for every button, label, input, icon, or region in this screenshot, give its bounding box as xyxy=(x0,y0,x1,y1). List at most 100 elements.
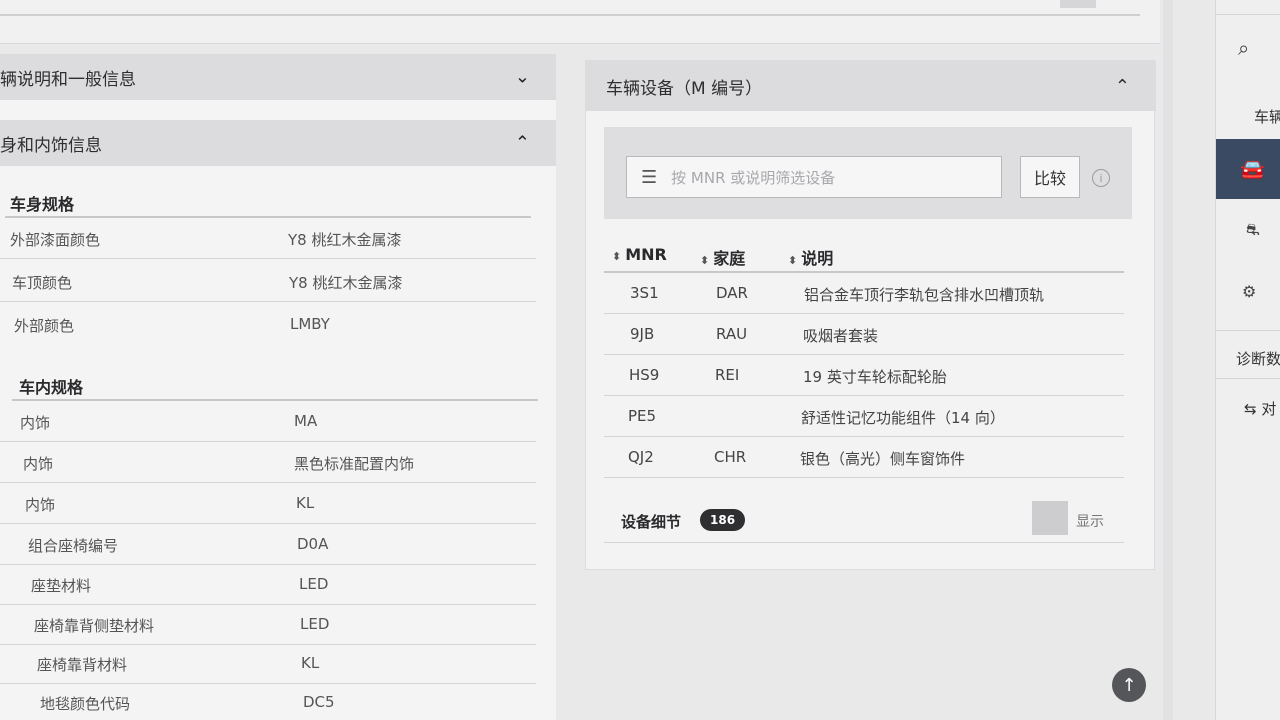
equipment-count-badge: 186 xyxy=(700,509,746,531)
cell-family: REI xyxy=(715,366,740,384)
row-key: 座椅靠背侧垫材料 xyxy=(34,617,155,635)
row-value: MA xyxy=(294,412,318,430)
cell-mnr: 9JB xyxy=(630,325,655,343)
sort-icon: ⬍ xyxy=(612,250,622,263)
accordion-body-interior-title: 身和内饰信息 xyxy=(0,135,102,156)
sidebar-item-car-active[interactable]: 🚘 xyxy=(1216,139,1280,199)
sidebar-divider xyxy=(1216,378,1280,379)
row-key: 座椅靠背材料 xyxy=(37,656,128,674)
column-header-family[interactable]: ⬍ 家庭 xyxy=(700,245,745,269)
show-toggle[interactable] xyxy=(1032,501,1068,535)
row-key: 外部漆面颜色 xyxy=(10,231,101,249)
interior-spec-title: 车内规格 xyxy=(19,378,84,397)
row-key: 内饰 xyxy=(23,455,54,473)
cell-family: RAU xyxy=(716,325,748,343)
cell-description: 银色（高光）侧车窗饰件 xyxy=(800,450,966,468)
row-value: Y8 桃红木金属漆 xyxy=(289,274,403,292)
interior-row: 组合座椅编号 D0A xyxy=(0,524,536,565)
info-icon[interactable]: i xyxy=(1092,169,1110,187)
top-divider xyxy=(0,14,1140,16)
scrollbar[interactable] xyxy=(1163,0,1173,720)
arrow-up-icon: ↑ xyxy=(1121,674,1137,696)
row-key: 组合座椅编号 xyxy=(28,537,119,555)
accordion-vehicle-equipment[interactable]: 车辆设备（M 编号） ⌃ xyxy=(586,61,1156,111)
wifi-car-icon[interactable]: ⛐ xyxy=(1246,220,1280,241)
accordion-vehicle-description-title: 辆说明和一般信息 xyxy=(0,69,136,90)
chevron-up-icon[interactable]: ⌃ xyxy=(1115,76,1130,97)
cell-mnr: HS9 xyxy=(629,366,660,384)
equipment-detail-row: 设备细节 186 显示 xyxy=(604,497,1124,543)
accordion-vehicle-description[interactable]: 辆说明和一般信息 ⌄ xyxy=(0,54,556,100)
table-row[interactable]: QJ2 CHR 银色（高光）侧车窗饰件 xyxy=(604,437,1124,478)
compare-button[interactable]: 比较 xyxy=(1020,156,1080,198)
sidebar-item-diagnostics[interactable]: 诊断数 xyxy=(1236,348,1280,369)
show-toggle-label: 显示 xyxy=(1076,514,1104,530)
equipment-filter-input[interactable]: ☰ 按 MNR 或说明筛选设备 xyxy=(626,156,1002,198)
column-header-label: MNR xyxy=(625,245,667,264)
filter-area: ☰ 按 MNR 或说明筛选设备 比较 i xyxy=(604,127,1132,219)
service-car-icon[interactable]: ⚙ xyxy=(1242,282,1280,301)
row-key: 内饰 xyxy=(20,414,51,432)
panel-title: 车辆设备（M 编号） xyxy=(606,79,763,99)
table-row[interactable]: 3S1 DAR 铝合金车顶行李轨包含排水凹槽顶轨 xyxy=(604,273,1124,314)
row-value: KL xyxy=(296,494,315,512)
table-row[interactable]: PE5 舒适性记忆功能组件（14 向） xyxy=(604,396,1124,437)
sidebar-divider xyxy=(1216,330,1280,331)
interior-row: 内饰 黑色标准配置内饰 xyxy=(0,442,536,483)
row-value: LED xyxy=(300,615,330,633)
search-icon[interactable]: ⌕ xyxy=(1238,36,1280,60)
cell-mnr: PE5 xyxy=(628,407,657,425)
swap-arrows-icon: ⇆ xyxy=(1244,400,1257,418)
column-header-mnr[interactable]: ⬍ MNR xyxy=(612,245,667,264)
row-key: 内饰 xyxy=(25,496,56,514)
equipment-detail-label: 设备细节 xyxy=(621,513,682,531)
row-value: KL xyxy=(301,654,320,672)
sort-icon: ⬍ xyxy=(700,254,710,267)
cell-description: 19 英寸车轮标配轮胎 xyxy=(803,368,947,386)
accordion-body-interior[interactable]: 身和内饰信息 ⌃ xyxy=(0,120,556,166)
body-row: 外部颜色 LMBY xyxy=(0,304,536,345)
row-value: LED xyxy=(299,575,329,593)
column-header-description[interactable]: ⬍ 说明 xyxy=(788,245,833,269)
row-value: D0A xyxy=(297,535,329,553)
interior-row: 座椅靠背材料 KL xyxy=(0,643,536,684)
cell-family: CHR xyxy=(714,448,747,466)
table-row[interactable]: 9JB RAU 吸烟者套装 xyxy=(604,314,1124,355)
row-key: 地毯颜色代码 xyxy=(40,695,131,713)
cell-mnr: 3S1 xyxy=(630,284,659,302)
cell-description: 舒适性记忆功能组件（14 向） xyxy=(801,409,1005,427)
sidebar-item-vehicle[interactable]: 车辆 xyxy=(1254,106,1280,127)
right-sidebar: ⌕ 车辆 🚘 ⛐ ⚙ 诊断数 ⇆ 对 xyxy=(1215,0,1280,720)
body-row: 外部漆面颜色 Y8 桃红木金属漆 xyxy=(0,218,536,259)
body-row: 车顶颜色 Y8 桃红木金属漆 xyxy=(0,261,536,302)
column-header-label: 家庭 xyxy=(713,249,746,268)
table-row[interactable]: HS9 REI 19 英寸车轮标配轮胎 xyxy=(604,355,1124,396)
row-value: LMBY xyxy=(290,315,330,333)
vehicle-equipment-panel: 车辆设备（M 编号） ⌃ ☰ 按 MNR 或说明筛选设备 比较 i ⬍ MNR ⬍… xyxy=(585,60,1156,570)
chevron-up-icon[interactable]: ⌃ xyxy=(515,133,530,154)
car-icon: 🚘 xyxy=(1240,157,1265,181)
top-corner-box xyxy=(1060,0,1096,8)
row-value: DC5 xyxy=(303,693,335,711)
sidebar-item-compare[interactable]: ⇆ 对 xyxy=(1244,398,1280,419)
filter-icon: ☰ xyxy=(641,166,658,188)
interior-row: 内饰 KL xyxy=(0,483,536,524)
cell-mnr: QJ2 xyxy=(628,448,654,466)
filter-placeholder: 按 MNR 或说明筛选设备 xyxy=(671,168,836,187)
table-header: ⬍ MNR ⬍ 家庭 ⬍ 说明 xyxy=(604,235,1124,273)
body-spec-title: 车身规格 xyxy=(10,195,75,214)
sidebar-divider xyxy=(1216,14,1280,15)
row-value: 黑色标准配置内饰 xyxy=(294,455,415,473)
interior-row: 内饰 MA xyxy=(0,401,536,442)
sidebar-item-compare-label: 对 xyxy=(1261,400,1277,418)
row-key: 车顶颜色 xyxy=(12,274,73,292)
row-value: Y8 桃红木金属漆 xyxy=(288,231,402,249)
top-strip xyxy=(0,0,1160,44)
sort-icon: ⬍ xyxy=(788,254,798,267)
interior-row: 座垫材料 LED xyxy=(0,564,536,605)
interior-row: 座椅靠背侧垫材料 LED xyxy=(0,604,536,645)
scroll-to-top-button[interactable]: ↑ xyxy=(1112,668,1146,702)
cell-description: 铝合金车顶行李轨包含排水凹槽顶轨 xyxy=(804,286,1045,304)
chevron-down-icon[interactable]: ⌄ xyxy=(515,67,530,88)
row-key: 座垫材料 xyxy=(31,577,92,595)
